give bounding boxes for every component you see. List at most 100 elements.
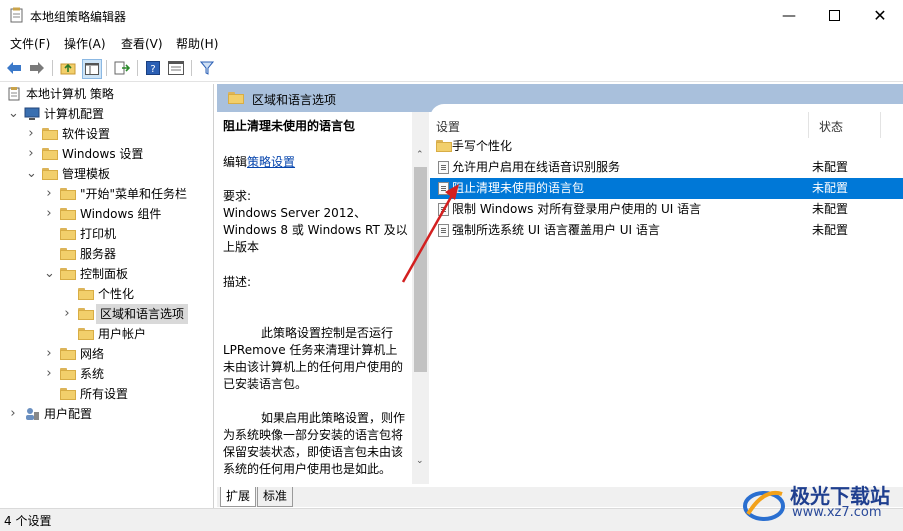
minimize-icon: —	[782, 7, 796, 24]
folder-icon	[436, 140, 452, 152]
menu-action[interactable]: 操作(A)	[64, 35, 106, 52]
menu-file[interactable]: 文件(F)	[10, 35, 50, 52]
scroll-up-icon[interactable]: ⌃	[416, 150, 424, 160]
policy-setting-icon	[438, 161, 449, 174]
folder-icon	[60, 368, 76, 380]
tree-item-label: 控制面板	[80, 267, 129, 281]
chevron-right-icon[interactable]: ›	[26, 144, 36, 164]
back-icon[interactable]	[5, 59, 23, 77]
up-folder-icon[interactable]	[59, 59, 77, 77]
tree-item[interactable]: ⌄ 管理模板	[0, 164, 213, 184]
chevron-down-icon[interactable]: ⌄	[26, 164, 37, 184]
column-state[interactable]: 状态	[819, 118, 843, 135]
tree-item[interactable]: › Windows 设置	[0, 144, 213, 164]
folder-icon	[228, 92, 244, 106]
chevron-right-icon[interactable]: ›	[44, 184, 54, 204]
scroll-down-icon[interactable]: ⌄	[416, 456, 424, 466]
chevron-right-icon[interactable]: ›	[44, 364, 54, 384]
list-item-folder[interactable]: 手写个性化	[430, 136, 903, 157]
column-divider[interactable]	[808, 112, 809, 138]
help-icon[interactable]: ?	[144, 59, 162, 77]
folder-icon	[60, 348, 76, 360]
minimize-button[interactable]: —	[766, 0, 812, 31]
settings-list: 设置 状态 手写个性化 允许用户启用在线语音识别服务 未配置 阻止清理未使用的语言包…	[430, 104, 903, 487]
description-scrollbar[interactable]: ⌃ ⌄	[412, 112, 429, 484]
list-item[interactable]: 限制 Windows 对所有登录用户使用的 UI 语言 未配置	[430, 199, 903, 220]
tree-item-label: 打印机	[80, 227, 117, 241]
tree-root[interactable]: 本地计算机 策略	[0, 84, 213, 104]
chevron-down-icon[interactable]: ⌄	[44, 264, 55, 284]
folder-icon	[78, 328, 94, 340]
export-list-icon[interactable]	[113, 59, 131, 77]
folder-icon	[60, 248, 76, 260]
filter-icon[interactable]	[198, 59, 216, 77]
list-item[interactable]: 允许用户启用在线语音识别服务 未配置	[430, 157, 903, 178]
maximize-icon	[828, 10, 840, 21]
tab-standard[interactable]: 标准	[257, 487, 294, 507]
tab-extended[interactable]: 扩展	[220, 487, 257, 507]
maximize-button[interactable]	[811, 0, 857, 31]
tree-item[interactable]: › Windows 组件	[0, 204, 213, 224]
forward-icon[interactable]	[28, 59, 46, 77]
tree-item-label: 服务器	[80, 247, 117, 261]
tree-item[interactable]: ⌄ 控制面板	[0, 264, 213, 284]
header-title: 区域和语言选项	[252, 93, 337, 107]
folder-row-label: 手写个性化	[452, 139, 513, 153]
svg-text:?: ?	[150, 64, 155, 75]
column-setting[interactable]: 设置	[436, 118, 460, 135]
tree-item[interactable]: › 区域和语言选项	[0, 304, 213, 324]
app-icon	[10, 7, 24, 23]
chevron-right-icon[interactable]: ›	[62, 304, 72, 324]
list-item[interactable]: 强制所选系统 UI 语言覆盖用户 UI 语言 未配置	[430, 220, 903, 241]
setting-state: 未配置	[812, 223, 849, 237]
menu-view[interactable]: 查看(V)	[121, 35, 163, 52]
tree-item[interactable]: 用户帐户	[0, 324, 213, 344]
tree-item[interactable]: › 用户配置	[0, 404, 213, 424]
tree-item[interactable]: › 系统	[0, 364, 213, 384]
close-button[interactable]: ✕	[857, 0, 903, 31]
chevron-right-icon[interactable]: ›	[44, 204, 54, 224]
tree-item-label: 用户配置	[44, 407, 93, 421]
chevron-down-icon[interactable]: ⌄	[8, 104, 19, 124]
chevron-right-icon[interactable]: ›	[26, 124, 36, 144]
column-divider[interactable]	[880, 112, 881, 138]
user-icon	[24, 407, 40, 427]
tree-item-label: 软件设置	[62, 127, 111, 141]
close-icon: ✕	[873, 6, 887, 25]
tree-item-label: 计算机配置	[44, 107, 105, 121]
show-hide-tree-icon[interactable]	[82, 59, 102, 79]
tree-item-label: 系统	[80, 367, 105, 381]
tree-item[interactable]: 所有设置	[0, 384, 213, 404]
toolbar-separator	[106, 60, 107, 76]
tree-item[interactable]: 服务器	[0, 244, 213, 264]
list-item[interactable]: 阻止清理未使用的语言包 未配置	[430, 178, 903, 199]
chevron-right-icon[interactable]: ›	[8, 404, 18, 424]
folder-icon	[42, 148, 58, 160]
tree-item[interactable]: 个性化	[0, 284, 213, 304]
folder-icon	[60, 268, 76, 280]
properties-icon[interactable]	[167, 59, 185, 77]
tree-item[interactable]: › "开始"菜单和任务栏	[0, 184, 213, 204]
watermark-logo-icon	[742, 484, 786, 527]
tree-item[interactable]: › 软件设置	[0, 124, 213, 144]
annotation-arrow	[401, 184, 459, 283]
folder-icon	[78, 308, 94, 320]
tree-item-label: Windows 组件	[80, 207, 162, 221]
tree-item[interactable]: 打印机	[0, 224, 213, 244]
tree-item-label: Windows 设置	[62, 147, 144, 161]
folder-icon	[42, 168, 58, 180]
menu-help[interactable]: 帮助(H)	[176, 35, 218, 52]
tree-item-label: 管理模板	[62, 167, 111, 181]
chevron-right-icon[interactable]: ›	[44, 344, 54, 364]
tree-item-label: 网络	[80, 347, 105, 361]
description-pane: 阻止清理未使用的语言包 编辑策略设置 要求: Windows Server 20…	[217, 112, 412, 484]
edit-policy-link[interactable]: 策略设置	[247, 155, 295, 169]
tree-root-label: 本地计算机 策略	[26, 87, 114, 101]
tree-item[interactable]: › 网络	[0, 344, 213, 364]
folder-icon	[78, 288, 94, 300]
window-title: 本地组策略编辑器	[30, 10, 127, 24]
description-paragraph-2: 如果启用此策略设置，则作为系统映像一部分安装的语言包将保留安装状态，即使语言包未…	[223, 411, 406, 476]
requires-text: Windows Server 2012、Windows 8 或 Windows …	[223, 206, 408, 254]
tree-item[interactable]: ⌄ 计算机配置	[0, 104, 213, 124]
folder-icon	[42, 128, 58, 140]
